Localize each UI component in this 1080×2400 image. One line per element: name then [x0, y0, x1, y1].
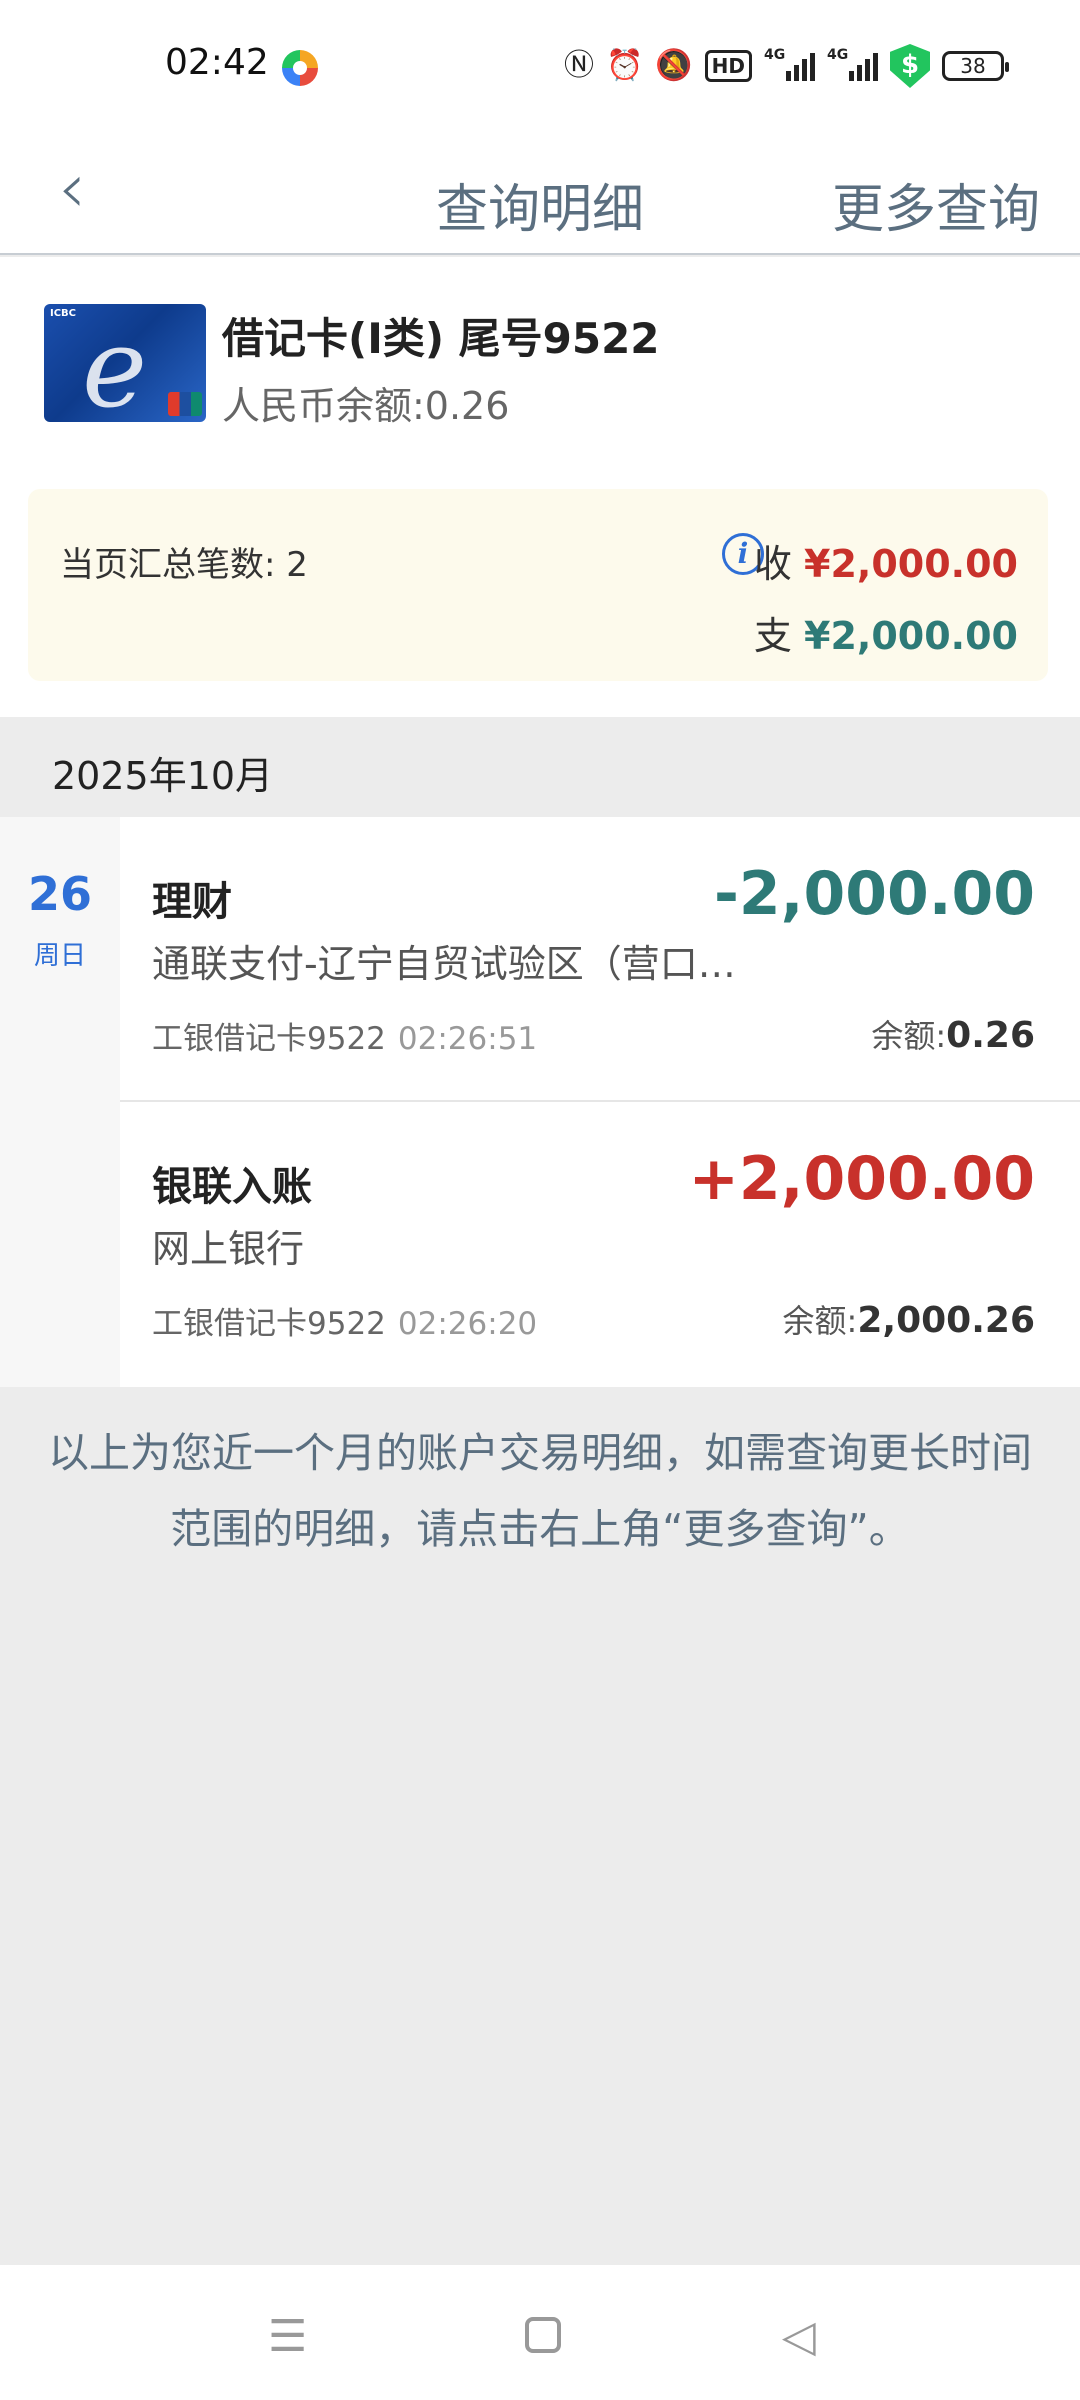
security-shield-icon: $: [890, 44, 930, 88]
transaction-balance: 余额:0.26: [871, 1015, 1035, 1056]
date-column: 26 周日: [0, 817, 120, 1387]
date-day: 26: [27, 867, 92, 921]
card-balance: 人民币余额:0.26: [222, 384, 510, 428]
menu-icon[interactable]: ☰: [268, 2315, 307, 2359]
mute-icon: 🔕: [655, 48, 693, 83]
transaction-time: 02:26:51: [397, 1021, 538, 1057]
transaction-amount: -2,000.00: [714, 859, 1035, 929]
nav-bar: ‹ 查询明细 更多查询: [0, 135, 1080, 255]
back-triangle-icon[interactable]: ◁: [782, 2315, 816, 2359]
summary-count: 当页汇总笔数: 2: [60, 545, 308, 585]
signal-icon-2: 4G: [827, 47, 878, 81]
hd-icon: HD: [704, 50, 752, 82]
status-icons: Ⓝ ⏰ 🔕 HD 4G 4G $ 38: [563, 44, 1009, 88]
battery-icon: 38: [942, 51, 1009, 81]
card-image: ICBC e: [44, 304, 206, 422]
more-query-button[interactable]: 更多查询: [832, 167, 1040, 242]
transaction-row[interactable]: 银联入账 网上银行 +2,000.00 工银借记卡9522 02:26:20 余额…: [120, 1102, 1080, 1387]
system-nav-bar: ☰ ◁: [0, 2265, 1080, 2400]
alarm-icon: ⏰: [605, 48, 644, 83]
transaction-amount: +2,000.00: [688, 1144, 1035, 1214]
summary-expense: 支 ¥2,000.00: [753, 614, 1018, 658]
summary-expense-amount: ¥2,000.00: [804, 614, 1018, 658]
transaction-balance: 余额:2,000.26: [782, 1300, 1035, 1341]
transaction-card: 工银借记卡9522 02:26:51: [152, 1021, 538, 1057]
summary-income: 收 ¥2,000.00: [753, 542, 1018, 586]
home-icon[interactable]: [525, 2317, 561, 2353]
card-info-section: ICBC e 借记卡(I类) 尾号9522 人民币余额:0.26 当页汇总笔数:…: [0, 257, 1080, 717]
month-label: 2025年10月: [52, 754, 274, 798]
transaction-title: 银联入账: [152, 1164, 312, 1210]
status-time: 02:42: [165, 42, 269, 83]
page-summary: 当页汇总笔数: 2 i 收 ¥2,000.00 支 ¥2,000.00: [28, 489, 1048, 681]
transaction-card: 工银借记卡9522 02:26:20: [152, 1306, 538, 1342]
transaction-list: 26 周日 理财 通联支付-辽宁自贸试验区（营口片区） -2,000.00 工银…: [0, 817, 1080, 1387]
card-name: 借记卡(I类) 尾号9522: [222, 314, 660, 363]
transaction-desc: 网上银行: [152, 1227, 305, 1271]
transaction-time: 02:26:20: [397, 1306, 538, 1342]
transaction-title: 理财: [152, 879, 232, 925]
month-header: 2025年10月: [0, 717, 1080, 817]
unionpay-logo-icon: [168, 392, 202, 416]
nfc-icon: Ⓝ: [563, 48, 594, 83]
app-notification-icon: [282, 50, 318, 86]
notice-text: 以上为您近一个月的账户交易明细，如需查询更长时间范围的明细，请点击右上角“更多查…: [48, 1429, 1032, 1553]
transaction-desc: 通联支付-辽宁自贸试验区（营口片区）: [152, 942, 772, 986]
transaction-row[interactable]: 理财 通联支付-辽宁自贸试验区（营口片区） -2,000.00 工银借记卡952…: [120, 817, 1080, 1102]
status-bar: 02:42 Ⓝ ⏰ 🔕 HD 4G 4G $ 38: [0, 0, 1080, 135]
date-weekday: 周日: [33, 941, 86, 971]
summary-income-amount: ¥2,000.00: [804, 542, 1018, 586]
signal-icon-1: 4G: [764, 47, 815, 81]
